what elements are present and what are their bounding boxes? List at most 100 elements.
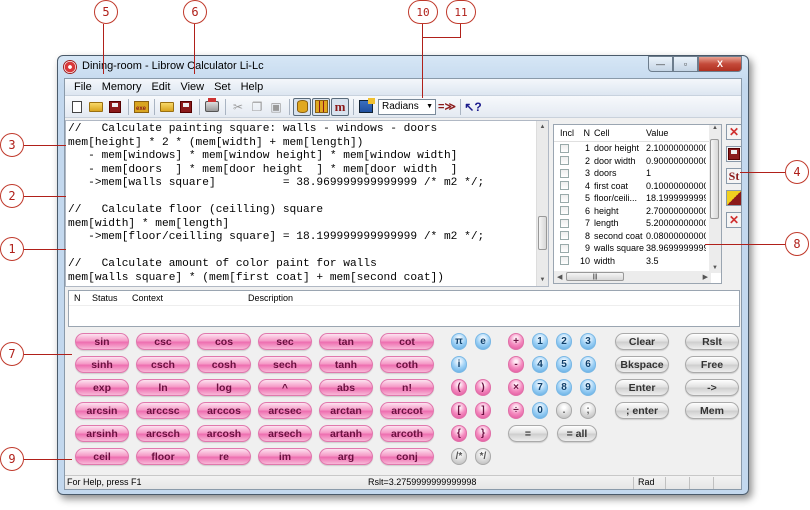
fn-abs-button[interactable]: abs: [319, 379, 373, 396]
memory-row[interactable]: 6 height 2.700000000000: [554, 205, 721, 218]
new-file-button[interactable]: [68, 98, 86, 116]
i-button[interactable]: i: [451, 356, 467, 373]
comment-close-button[interactable]: */: [475, 448, 491, 465]
fn-im-button[interactable]: im: [258, 448, 312, 465]
result-button[interactable]: Rslt: [685, 333, 739, 350]
fn-arcsin-button[interactable]: arcsin: [75, 402, 129, 419]
fn-csch-button[interactable]: csch: [136, 356, 190, 373]
evaluate-all-button[interactable]: =≫: [438, 98, 456, 116]
grid-view-toggle[interactable]: [312, 97, 330, 116]
editor-scrollbar[interactable]: ▲ ▼: [536, 121, 548, 286]
memory-hscrollbar[interactable]: ◀ ||| ▶: [554, 271, 711, 283]
save-memory-button[interactable]: [177, 98, 195, 116]
menu-help[interactable]: Help: [236, 81, 269, 93]
minimize-button[interactable]: —: [648, 56, 673, 72]
print-button[interactable]: [203, 98, 221, 116]
digit-1-button[interactable]: 1: [532, 333, 548, 350]
memory-hscroll-thumb[interactable]: |||: [566, 272, 624, 281]
digit-2-button[interactable]: 2: [556, 333, 572, 350]
include-checkbox[interactable]: [560, 193, 569, 203]
memory-row[interactable]: 1 door height 2.100000000000: [554, 142, 721, 155]
fn-arcsch-button[interactable]: arcsch: [136, 425, 190, 442]
comment-open-button[interactable]: /*: [451, 448, 467, 465]
open-bracket-button[interactable]: [: [451, 402, 467, 419]
fn-sin-button[interactable]: sin: [75, 333, 129, 350]
execute-button[interactable]: exe: [132, 98, 150, 116]
menu-file[interactable]: File: [69, 81, 97, 93]
fn-arcsec-button[interactable]: arcsec: [258, 402, 312, 419]
fn-ln-button[interactable]: ln: [136, 379, 190, 396]
close-button[interactable]: X: [698, 56, 742, 72]
col-incl[interactable]: Incl: [554, 128, 580, 138]
memory-vscrollbar[interactable]: ▲ ▼: [709, 125, 721, 273]
fn-arccos-button[interactable]: arccos: [197, 402, 251, 419]
fn-n-button[interactable]: n!: [380, 379, 434, 396]
memory-row[interactable]: 5 floor/ceili... 18.19999999999: [554, 192, 721, 205]
fn-arccot-button[interactable]: arccot: [380, 402, 434, 419]
include-checkbox[interactable]: [560, 206, 569, 216]
open-button[interactable]: [87, 98, 105, 116]
e-button[interactable]: e: [475, 333, 491, 350]
paste-button[interactable]: ▣: [267, 98, 285, 116]
menu-memory[interactable]: Memory: [97, 81, 147, 93]
fn-arg-button[interactable]: arg: [319, 448, 373, 465]
col-cell[interactable]: Cell: [594, 128, 646, 138]
fn-sec-button[interactable]: sec: [258, 333, 312, 350]
fn-tan-button[interactable]: tan: [319, 333, 373, 350]
memory-row[interactable]: 10 width 3.5: [554, 255, 721, 268]
expression-editor[interactable]: // Calculate painting square: walls - wi…: [65, 120, 549, 287]
digit-5-button[interactable]: 5: [556, 356, 572, 373]
memory-row[interactable]: 2 door width 0.900000000000: [554, 155, 721, 168]
fn-tanh-button[interactable]: tanh: [319, 356, 373, 373]
equals-button[interactable]: =: [508, 425, 548, 442]
scroll-down-icon[interactable]: ▼: [537, 274, 548, 286]
memory-row[interactable]: 7 length 5.200000000000: [554, 217, 721, 230]
cut-button[interactable]: ✂: [229, 98, 247, 116]
store-button[interactable]: St: [726, 168, 742, 184]
editor-text[interactable]: // Calculate painting square: walls - wi…: [66, 121, 536, 284]
fn-re-button[interactable]: re: [197, 448, 251, 465]
fn-arsech-button[interactable]: arsech: [258, 425, 312, 442]
rename-cell-button[interactable]: [726, 190, 742, 206]
include-checkbox[interactable]: [560, 231, 569, 241]
memory-m-toggle[interactable]: m: [331, 97, 349, 116]
fn-conj-button[interactable]: conj: [380, 448, 434, 465]
scroll-left-icon[interactable]: ◀: [554, 273, 562, 281]
col-context[interactable]: Context: [127, 293, 243, 303]
fn-arsinh-button[interactable]: arsinh: [75, 425, 129, 442]
include-checkbox[interactable]: [560, 168, 569, 178]
fn-sinh-button[interactable]: sinh: [75, 356, 129, 373]
plus-button[interactable]: +: [508, 333, 524, 350]
menu-edit[interactable]: Edit: [146, 81, 175, 93]
title-bar[interactable]: Dining-room - Librow Calculator Li-Lc — …: [58, 56, 748, 78]
close-paren-button[interactable]: ): [475, 379, 491, 396]
semicolon-button[interactable]: ;: [580, 402, 596, 419]
memory-panel-toggle[interactable]: [293, 97, 311, 116]
include-checkbox[interactable]: [560, 218, 569, 228]
digit-7-button[interactable]: 7: [532, 379, 548, 396]
calculator-button[interactable]: [357, 98, 375, 116]
fn-arctan-button[interactable]: arctan: [319, 402, 373, 419]
include-checkbox[interactable]: [560, 143, 569, 153]
semicolon-enter-button[interactable]: ; enter: [615, 402, 669, 419]
fn-cos-button[interactable]: cos: [197, 333, 251, 350]
memory-row[interactable]: 9 walls square38.96999999999: [554, 242, 721, 255]
fn-exp-button[interactable]: exp: [75, 379, 129, 396]
digit-3-button[interactable]: 3: [580, 333, 596, 350]
col-status[interactable]: Status: [87, 293, 127, 303]
save-memory-tool-button[interactable]: [726, 146, 742, 162]
editor-scroll-thumb[interactable]: [538, 216, 547, 250]
fn-arcoth-button[interactable]: arcoth: [380, 425, 434, 442]
fn-cosh-button[interactable]: cosh: [197, 356, 251, 373]
delete-cell-button[interactable]: ✕: [726, 124, 742, 140]
scroll-right-icon[interactable]: ▶: [703, 273, 708, 281]
multiply-button[interactable]: ×: [508, 379, 524, 396]
menu-set[interactable]: Set: [209, 81, 236, 93]
memory-row[interactable]: 3 doors 1: [554, 167, 721, 180]
arrow-button[interactable]: ->: [685, 379, 739, 396]
fn-artanh-button[interactable]: artanh: [319, 425, 373, 442]
memory-scroll-thumb[interactable]: [710, 139, 719, 219]
fn-arcosh-button[interactable]: arcosh: [197, 425, 251, 442]
divide-button[interactable]: ÷: [508, 402, 524, 419]
context-help-button[interactable]: ↖?: [464, 98, 482, 116]
